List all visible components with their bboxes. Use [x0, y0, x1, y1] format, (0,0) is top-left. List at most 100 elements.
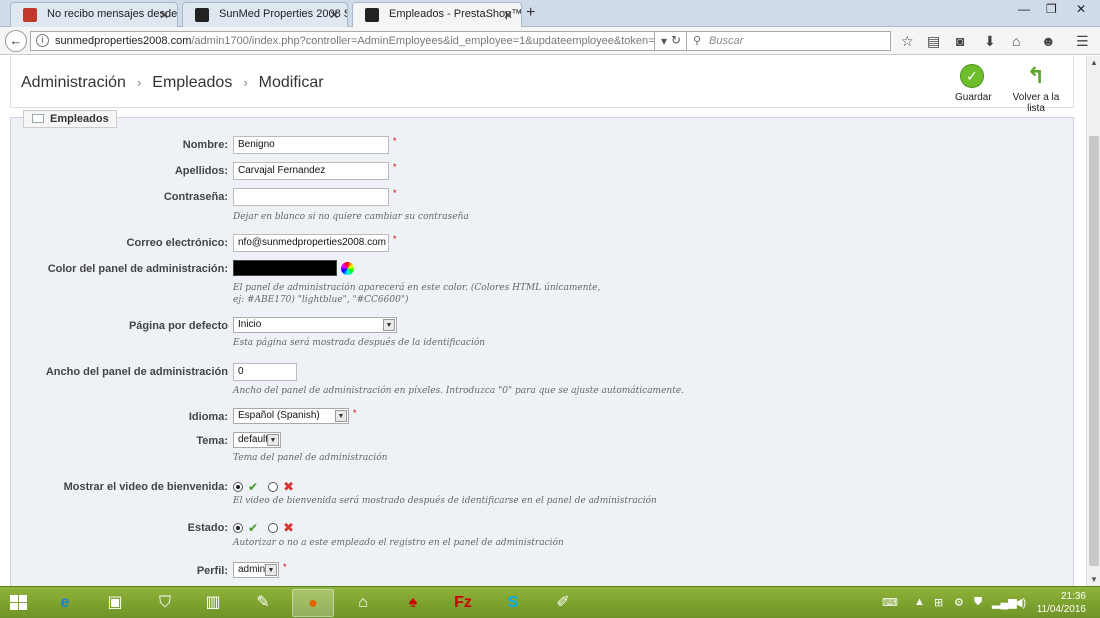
- windows-taskbar: e ▣ ⛉ ▥ ✎ ● ⌂ ♠ Fz S ✐ ⌨ ▲ ⊞ ⚙ ⛊ ▂▄▆ ◀) …: [0, 586, 1100, 618]
- windows-start-icon[interactable]: [10, 595, 28, 611]
- dropdown-chevron-icon[interactable]: ▾: [661, 34, 667, 48]
- home-app-icon[interactable]: ⌂: [342, 589, 384, 617]
- required-mark: *: [283, 562, 287, 572]
- profile-select[interactable]: admin ▼: [233, 562, 279, 578]
- pen-tablet-icon[interactable]: ✎: [242, 589, 284, 617]
- url-host: sunmedproperties2008.com: [55, 35, 192, 47]
- theme-select[interactable]: default ▼: [233, 432, 281, 448]
- tray-chevron-icon[interactable]: ▲: [914, 596, 925, 608]
- search-input[interactable]: ⚲ Buscar: [686, 31, 891, 51]
- minimize-icon[interactable]: —: [1018, 2, 1030, 16]
- clock-time: 21:36: [1060, 591, 1086, 602]
- video-hint: El video de bienvenida será mostrado des…: [233, 496, 657, 506]
- contrasena-label: Contraseña:: [163, 191, 228, 203]
- cross-icon: ✖: [283, 520, 294, 535]
- password-hint: Dejar en blanco si no quiere cambiar su …: [233, 212, 469, 222]
- browser-tab-3-active[interactable]: Empleados - PrestaShop™ ✕: [352, 2, 522, 28]
- tab-close-icon[interactable]: ✕: [503, 8, 513, 22]
- color-picker-icon[interactable]: [341, 261, 354, 275]
- idioma-label: Idioma:: [188, 411, 228, 423]
- password-input[interactable]: [233, 188, 389, 206]
- volume-icon[interactable]: ◀): [1014, 596, 1026, 609]
- color-hint: El panel de administración aparecerá en …: [233, 283, 601, 305]
- theme-value: default: [238, 434, 269, 445]
- tray-shield-icon[interactable]: ⛊: [974, 596, 982, 609]
- back-to-list-button[interactable]: ↰ Volver a la lista: [1003, 63, 1069, 115]
- notes-app-icon[interactable]: ▣: [94, 589, 136, 617]
- file-explorer-icon[interactable]: ▥: [192, 589, 234, 617]
- ancho-hint: Ancho del panel de administración en píx…: [233, 386, 685, 396]
- breadcrumb-item[interactable]: Administración: [21, 74, 126, 91]
- taskbar-clock[interactable]: 21:36 11/04/2016: [1037, 590, 1086, 616]
- browser-tab-bar: No recibo mensajes desde... ✕ SunMed Pro…: [0, 0, 1100, 28]
- default-page-select[interactable]: Inicio ▼: [233, 317, 397, 333]
- info-icon[interactable]: i: [36, 34, 49, 47]
- maximize-icon[interactable]: ❐: [1046, 2, 1057, 16]
- close-window-icon[interactable]: ✕: [1076, 2, 1086, 16]
- perfil-label: Perfil:: [196, 565, 228, 577]
- browser-tab-2[interactable]: SunMed Properties 2008 SL ✕: [182, 2, 348, 27]
- required-mark: *: [393, 188, 397, 198]
- scroll-up-icon[interactable]: ▲: [1090, 58, 1098, 67]
- chevron-down-icon: ▼: [335, 410, 347, 422]
- return-arrow-icon: ↰: [1026, 63, 1046, 88]
- new-tab-icon[interactable]: +: [526, 4, 535, 22]
- filezilla-icon[interactable]: Fz: [442, 589, 484, 617]
- check-icon: ✔: [248, 480, 259, 494]
- video-no-radio[interactable]: [268, 482, 279, 492]
- menu-hamburger-icon[interactable]: ☰: [1076, 33, 1089, 50]
- page-scrollbar[interactable]: ▲ ▼: [1086, 56, 1100, 586]
- reload-icon[interactable]: ↻: [671, 33, 681, 47]
- signal-icon[interactable]: ▂▄▆: [992, 596, 1017, 609]
- save-label: Guardar: [955, 92, 992, 103]
- back-arrow-icon[interactable]: ←: [5, 30, 27, 52]
- skype-icon[interactable]: S: [492, 589, 534, 617]
- email-field[interactable]: nfo@sunmedproperties2008.com: [233, 234, 389, 252]
- check-icon: ✔: [248, 521, 259, 535]
- chat-icon[interactable]: ☻: [1041, 33, 1056, 49]
- pocket-icon[interactable]: ◙: [956, 33, 964, 49]
- url-path: /admin1700/index.php?controller=AdminEmp…: [191, 35, 655, 47]
- reading-list-icon[interactable]: ▤: [927, 33, 940, 50]
- chevron-down-icon: ▼: [383, 319, 395, 331]
- browser-tab-1[interactable]: No recibo mensajes desde... ✕: [10, 2, 178, 27]
- apellidos-input[interactable]: Carvajal Fernandez: [233, 162, 389, 180]
- url-bar[interactable]: i sunmedproperties2008.com/admin1700/ind…: [30, 31, 655, 51]
- scrollbar-thumb[interactable]: [1089, 136, 1099, 566]
- download-icon[interactable]: ⬇: [984, 33, 996, 50]
- firefox-icon[interactable]: ●: [292, 589, 334, 617]
- page-toolbar: Administración › Empleados › Modificar ✓ Gua…: [10, 56, 1074, 114]
- language-select[interactable]: Español (Spanish) ▼: [233, 408, 349, 424]
- scroll-down-icon[interactable]: ▼: [1090, 575, 1098, 584]
- home-icon[interactable]: ⌂: [1012, 33, 1020, 49]
- shield-app-icon[interactable]: ⛉: [144, 589, 186, 617]
- profile-value: admin: [238, 564, 266, 575]
- video-yes-radio[interactable]: [233, 482, 243, 492]
- save-button[interactable]: ✓ Guardar: [955, 64, 992, 103]
- tab-close-icon[interactable]: ✕: [159, 8, 169, 22]
- color-swatch-input[interactable]: [233, 260, 337, 276]
- required-mark: *: [353, 408, 357, 418]
- sketch-app-icon[interactable]: ✐: [542, 589, 584, 617]
- video-label: Mostrar el video de bienvenida:: [63, 481, 228, 493]
- nombre-input[interactable]: Benigno: [233, 136, 389, 154]
- breadcrumb-separator-icon: ›: [136, 75, 142, 90]
- panel-width-input[interactable]: 0: [233, 363, 297, 381]
- status-no-radio[interactable]: [268, 523, 279, 533]
- internet-explorer-icon[interactable]: e: [44, 589, 86, 617]
- breadcrumb-item: Modificar: [258, 74, 324, 91]
- employee-card-icon: [32, 114, 44, 123]
- search-icon: ⚲: [693, 35, 702, 47]
- language-value: Español (Spanish): [238, 410, 320, 421]
- tab-close-icon[interactable]: ✕: [329, 8, 339, 22]
- breadcrumb-item[interactable]: Empleados: [152, 74, 232, 91]
- clock-date: 11/04/2016: [1036, 604, 1086, 615]
- acrobat-icon[interactable]: ♠: [392, 589, 434, 617]
- tray-windows-icon[interactable]: ⊞: [934, 596, 943, 609]
- status-yes-radio[interactable]: [233, 523, 243, 533]
- pagina-hint: Esta página será mostrada después de la …: [233, 338, 486, 348]
- correo-label: Correo electrónico:: [126, 237, 228, 249]
- bookmark-star-icon[interactable]: ☆: [901, 33, 914, 50]
- keyboard-icon[interactable]: ⌨: [882, 596, 898, 609]
- tray-app-icon[interactable]: ⚙: [954, 596, 964, 609]
